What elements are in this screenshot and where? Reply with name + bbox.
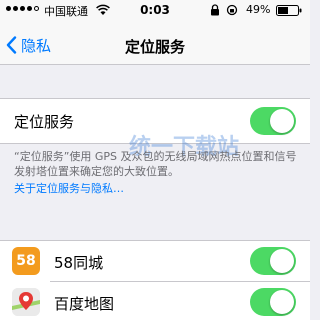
settings-screen: 中国联通 0:03 49% 隐私 定位服务 定位服务 统一下载站 “定位服务”使… bbox=[0, 0, 310, 320]
lock-icon bbox=[211, 4, 219, 16]
app-name: 58同城 bbox=[54, 254, 104, 272]
page-title: 定位服务 bbox=[124, 38, 185, 56]
app-58-toggle[interactable] bbox=[250, 247, 296, 275]
app-row-baidu-map: 百度地图 bbox=[0, 282, 310, 320]
battery-percent: 49% bbox=[246, 3, 271, 16]
app-name: 百度地图 bbox=[54, 295, 115, 313]
app-58-icon: 58 bbox=[12, 247, 40, 275]
app-row-58: 58 58同城 bbox=[0, 241, 310, 282]
toggle-knob bbox=[270, 290, 294, 314]
top-bar: 中国联通 0:03 49% 隐私 定位服务 bbox=[0, 0, 310, 65]
location-services-description: “定位服务”使用 GPS 及众包的无线局域网热点位置和信号发射塔位置来确定您的大… bbox=[14, 150, 297, 178]
privacy-link[interactable]: 关于定位服务与隐私… bbox=[14, 180, 124, 196]
toggle-knob bbox=[270, 249, 294, 273]
app-list: 58 58同城 百度地图 bbox=[0, 240, 310, 320]
battery-icon bbox=[276, 5, 302, 16]
status-bar: 中国联通 0:03 49% bbox=[0, 0, 310, 22]
baidu-map-toggle[interactable] bbox=[250, 288, 296, 316]
location-services-toggle[interactable] bbox=[250, 107, 296, 135]
rotation-lock-icon bbox=[226, 4, 238, 16]
location-services-cell: 定位服务 bbox=[0, 98, 310, 144]
toggle-knob bbox=[270, 109, 294, 133]
location-services-label: 定位服务 bbox=[14, 113, 75, 131]
baidu-map-icon bbox=[12, 288, 40, 316]
